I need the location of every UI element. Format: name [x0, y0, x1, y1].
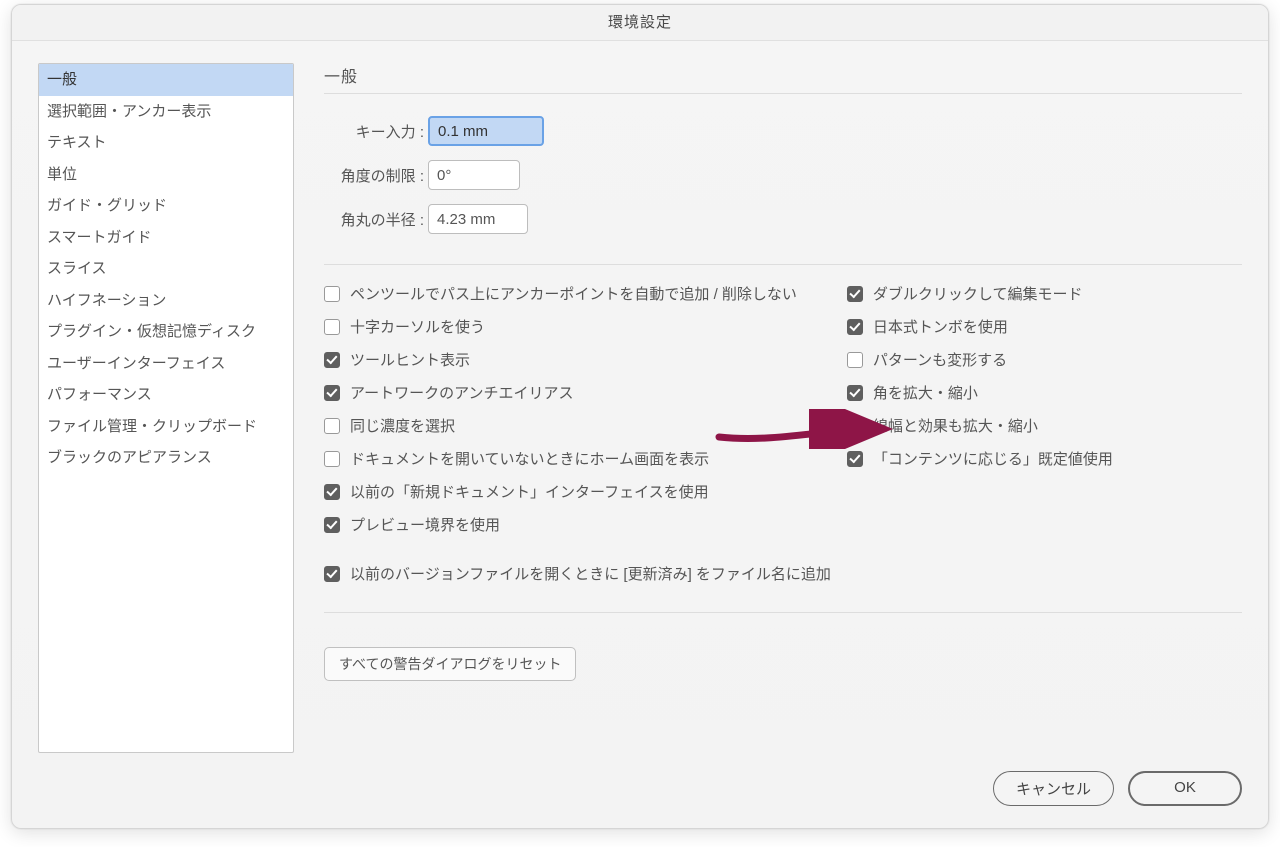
- checkbox-label: ダブルクリックして編集モード: [873, 283, 1083, 304]
- checkbox-option[interactable]: 十字カーソルを使う: [324, 316, 797, 337]
- checkbox-label: 「コンテンツに応じる」既定値使用: [873, 448, 1113, 469]
- divider: [324, 612, 1242, 613]
- angle-limit-label: 角度の制限 :: [324, 165, 424, 186]
- checkbox-icon[interactable]: [847, 418, 863, 434]
- checkbox-option[interactable]: 同じ濃度を選択: [324, 415, 797, 436]
- section-title: 一般: [324, 63, 1242, 94]
- checkbox-column-right: ダブルクリックして編集モード日本式トンボを使用パターンも変形する角を拡大・縮小線…: [847, 283, 1113, 547]
- checkbox-icon[interactable]: [324, 566, 340, 582]
- dialog-footer: キャンセル OK: [12, 771, 1268, 828]
- sidebar-item[interactable]: 選択範囲・アンカー表示: [39, 96, 293, 128]
- angle-limit-field[interactable]: [428, 160, 520, 190]
- checkbox-option[interactable]: 線幅と効果も拡大・縮小: [847, 415, 1113, 436]
- sidebar-item[interactable]: ガイド・グリッド: [39, 190, 293, 222]
- checkbox-option[interactable]: 以前の「新規ドキュメント」インターフェイスを使用: [324, 481, 797, 502]
- sidebar-item[interactable]: スライス: [39, 253, 293, 285]
- reset-warnings-button[interactable]: すべての警告ダイアログをリセット: [324, 647, 576, 681]
- checkbox-icon[interactable]: [847, 352, 863, 368]
- checkbox-option[interactable]: ドキュメントを開いていないときにホーム画面を表示: [324, 448, 797, 469]
- sidebar-item[interactable]: ブラックのアピアランス: [39, 442, 293, 474]
- checkbox-icon[interactable]: [847, 451, 863, 467]
- checkbox-label: 線幅と効果も拡大・縮小: [873, 415, 1038, 436]
- corner-radius-field[interactable]: [428, 204, 528, 234]
- checkbox-icon[interactable]: [324, 418, 340, 434]
- cancel-button[interactable]: キャンセル: [993, 771, 1114, 806]
- checkbox-icon[interactable]: [324, 319, 340, 335]
- divider: [324, 264, 1242, 265]
- checkbox-option[interactable]: パターンも変形する: [847, 349, 1113, 370]
- checkbox-option[interactable]: アートワークのアンチエイリアス: [324, 382, 797, 403]
- sidebar-item[interactable]: パフォーマンス: [39, 379, 293, 411]
- checkbox-column-left: ペンツールでパス上にアンカーポイントを自動で追加 / 削除しない十字カーソルを使…: [324, 283, 797, 547]
- sidebar-item[interactable]: ハイフネーション: [39, 285, 293, 317]
- checkbox-label: プレビュー境界を使用: [350, 514, 500, 535]
- checkbox-label: 以前の「新規ドキュメント」インターフェイスを使用: [350, 481, 709, 502]
- preferences-window: 環境設定 一般選択範囲・アンカー表示テキスト単位ガイド・グリッドスマートガイドス…: [11, 4, 1269, 829]
- content-area: 一般選択範囲・アンカー表示テキスト単位ガイド・グリッドスマートガイドスライスハイ…: [12, 41, 1268, 771]
- sidebar-item[interactable]: テキスト: [39, 127, 293, 159]
- checkbox-label: 日本式トンボを使用: [873, 316, 1008, 337]
- checkbox-icon[interactable]: [324, 484, 340, 500]
- checkbox-option[interactable]: プレビュー境界を使用: [324, 514, 797, 535]
- corner-radius-label: 角丸の半径 :: [324, 209, 424, 230]
- checkbox-option[interactable]: 「コンテンツに応じる」既定値使用: [847, 448, 1113, 469]
- key-input-label: キー入力 :: [324, 121, 424, 142]
- checkbox-option[interactable]: ツールヒント表示: [324, 349, 797, 370]
- checkbox-option[interactable]: 以前のバージョンファイルを開くときに [更新済み] をファイル名に追加: [324, 563, 1242, 584]
- checkbox-icon[interactable]: [847, 286, 863, 302]
- ok-button[interactable]: OK: [1128, 771, 1242, 806]
- checkbox-option[interactable]: ペンツールでパス上にアンカーポイントを自動で追加 / 削除しない: [324, 283, 797, 304]
- checkbox-option[interactable]: ダブルクリックして編集モード: [847, 283, 1113, 304]
- checkbox-label: 同じ濃度を選択: [350, 415, 455, 436]
- sidebar-item[interactable]: 単位: [39, 159, 293, 191]
- checkbox-icon[interactable]: [324, 451, 340, 467]
- checkbox-icon[interactable]: [324, 286, 340, 302]
- checkbox-icon[interactable]: [324, 517, 340, 533]
- checkbox-label: ペンツールでパス上にアンカーポイントを自動で追加 / 削除しない: [350, 283, 797, 304]
- sidebar-item[interactable]: プラグイン・仮想記憶ディスク: [39, 316, 293, 348]
- checkbox-wide-row: 以前のバージョンファイルを開くときに [更新済み] をファイル名に追加: [324, 563, 1242, 596]
- category-sidebar: 一般選択範囲・アンカー表示テキスト単位ガイド・グリッドスマートガイドスライスハイ…: [38, 63, 294, 753]
- checkbox-label: 十字カーソルを使う: [350, 316, 485, 337]
- sidebar-item[interactable]: 一般: [39, 64, 293, 96]
- main-panel: 一般 キー入力 : 角度の制限 : 角丸の半径 : ペンツールでパス上にアンカー…: [294, 63, 1242, 753]
- checkbox-label: 角を拡大・縮小: [873, 382, 978, 403]
- checkbox-icon[interactable]: [847, 385, 863, 401]
- sidebar-item[interactable]: ユーザーインターフェイス: [39, 348, 293, 380]
- checkbox-label: アートワークのアンチエイリアス: [350, 382, 574, 403]
- checkbox-label: ドキュメントを開いていないときにホーム画面を表示: [350, 448, 709, 469]
- checkbox-label: ツールヒント表示: [350, 349, 470, 370]
- checkbox-icon[interactable]: [324, 385, 340, 401]
- checkbox-label: パターンも変形する: [873, 349, 1007, 370]
- key-input-field[interactable]: [428, 116, 544, 146]
- checkbox-option[interactable]: 日本式トンボを使用: [847, 316, 1113, 337]
- window-title: 環境設定: [12, 5, 1268, 41]
- checkbox-icon[interactable]: [847, 319, 863, 335]
- sidebar-item[interactable]: スマートガイド: [39, 222, 293, 254]
- checkbox-icon[interactable]: [324, 352, 340, 368]
- sidebar-item[interactable]: ファイル管理・クリップボード: [39, 411, 293, 443]
- checkbox-label: 以前のバージョンファイルを開くときに [更新済み] をファイル名に追加: [350, 563, 831, 584]
- checkbox-option[interactable]: 角を拡大・縮小: [847, 382, 1113, 403]
